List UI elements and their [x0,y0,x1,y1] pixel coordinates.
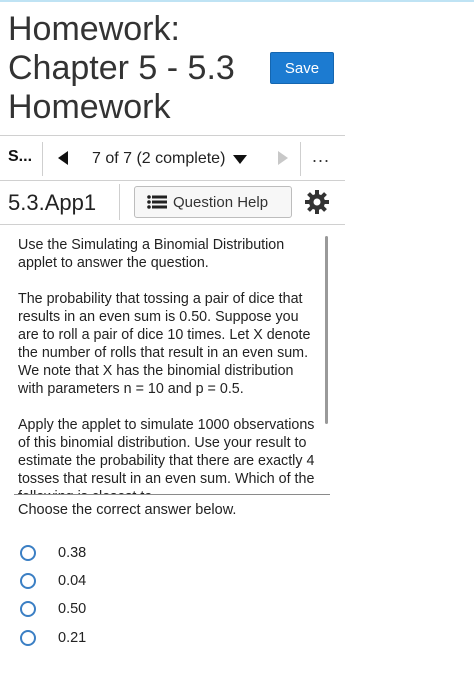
caret-down-icon [233,154,248,164]
question-progress-select[interactable]: 7 of 7 (2 complete) [82,148,264,170]
radio-button[interactable] [20,630,36,646]
triangle-left-icon [58,151,68,165]
divider [0,180,345,181]
progress-label: 7 of 7 (2 complete) [92,150,226,167]
question-scrollbar[interactable] [325,236,328,424]
question-id: 5.3.App1 [8,190,97,215]
question-help-label: Question Help [173,193,269,211]
question-text: Use the Simulating a Binomial Distributi… [18,236,320,494]
answer-option-label: 0.38 [58,545,87,561]
answer-option[interactable]: 0.38 [20,542,220,564]
page-title: Homework: Chapter 5 - 5.3 Homework [8,10,235,126]
answer-option[interactable]: 0.04 [20,570,220,592]
answer-option[interactable]: 0.21 [20,627,220,649]
question-paragraph: Use the Simulating a Binomial Distributi… [18,237,285,271]
radio-button[interactable] [20,545,36,561]
save-button[interactable]: Save [270,52,334,84]
question-help-button[interactable]: Question Help [134,186,292,218]
triangle-right-icon [278,151,288,165]
question-paragraph: Apply the applet to simulate 1000 observ… [18,417,315,494]
settings-button[interactable] [304,189,330,215]
answer-option-label: 0.21 [58,630,87,646]
answer-option[interactable]: 0.50 [20,598,220,620]
previous-question-button[interactable] [52,146,74,170]
next-question-button[interactable] [272,146,294,170]
divider [42,142,43,176]
gear-icon [305,190,329,214]
radio-button[interactable] [20,573,36,589]
divider [300,142,301,176]
list-icon [147,195,167,209]
assignment-short-label[interactable]: S... [8,148,32,166]
divider [119,184,120,220]
answer-instruction: Choose the correct answer below. [18,502,237,518]
question-navigation: S... 7 of 7 (2 complete) ... [0,136,345,180]
answer-option-label: 0.04 [58,573,87,589]
divider [14,494,330,495]
radio-button[interactable] [20,601,36,617]
more-options-button[interactable]: ... [312,146,330,167]
question-paragraph: The probability that tossing a pair of d… [18,291,311,397]
top-accent-line [0,0,474,2]
divider [0,224,345,225]
answer-option-label: 0.50 [58,601,87,617]
